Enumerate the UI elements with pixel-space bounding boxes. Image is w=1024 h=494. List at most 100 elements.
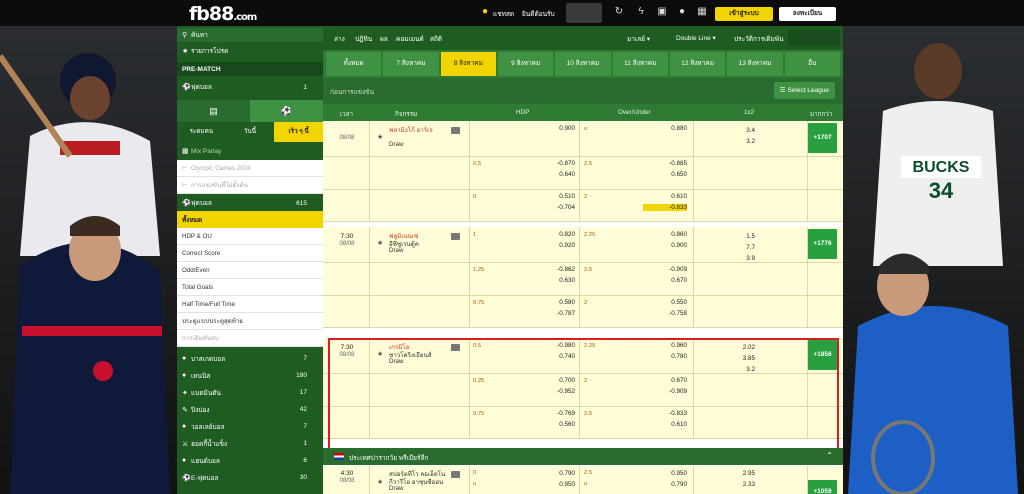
sidebar-view-toggle-sport[interactable]: ⚽ <box>250 100 323 122</box>
nav-item[interactable]: ผล <box>380 34 388 44</box>
live-stream-icon[interactable] <box>451 471 460 478</box>
league-header[interactable]: ประเทศปารากวัย พรีเมียร์ลีก ⌃ <box>323 448 843 465</box>
hdp-odds-away[interactable]: 0.560 <box>533 421 575 428</box>
odds-1x2-away[interactable]: 3.85 <box>721 355 755 362</box>
sidebar-sport-table-tennis[interactable]: ✎ ปิงปอง 42 <box>177 402 323 417</box>
more-markets-button[interactable]: +1059 <box>808 480 837 494</box>
live-stream-icon[interactable] <box>451 127 460 134</box>
ou-odds-over[interactable]: 0.550 <box>643 299 687 306</box>
ou-odds-over[interactable]: -0.885 <box>643 160 687 167</box>
sidebar-sport-volleyball[interactable]: ● วอลเลย์บอล 7 <box>177 419 323 434</box>
draw-label[interactable]: Draw <box>389 358 403 365</box>
sidebar-market-hdp-ou[interactable]: HDP & OU <box>177 228 323 245</box>
grid-icon[interactable]: ▦ <box>696 6 708 18</box>
hdp-odds-away[interactable]: -0.704 <box>533 204 575 211</box>
sidebar-market-first-last-goal[interactable]: ประตูแรก/ประตูสุดท้าย <box>177 313 323 330</box>
nav-item[interactable]: คอมเมนต์ <box>396 34 424 44</box>
sidebar-sport-tennis[interactable]: ● เทนนิส 180 <box>177 368 323 383</box>
hdp-odds-home[interactable]: -0.870 <box>533 160 575 167</box>
ou-odds-over[interactable]: 0.880 <box>643 125 687 132</box>
hdp-odds-home[interactable]: -0.862 <box>533 266 575 273</box>
user-icon[interactable]: ● <box>676 6 688 18</box>
sidebar-sport-esoccer[interactable]: ⚽ E-ฟุตบอล 30 <box>177 470 323 485</box>
hdp-odds-away[interactable]: 0.630 <box>533 277 575 284</box>
ou-odds-under[interactable]: 0.790 <box>643 481 687 488</box>
ou-odds-under[interactable]: 0.670 <box>643 277 687 284</box>
favorite-star-icon[interactable]: ★ <box>377 350 383 358</box>
register-button[interactable]: ลงทะเบียน <box>779 7 836 21</box>
hdp-odds-home[interactable]: 0.580 <box>533 299 575 306</box>
hdp-odds-away[interactable]: -0.952 <box>533 388 575 395</box>
refresh-icon[interactable]: ↻ <box>613 6 625 18</box>
ou-odds-under[interactable]: 0.900 <box>643 242 687 249</box>
odds-1x2-away[interactable]: 2.33 <box>721 481 755 488</box>
draw-label[interactable]: Draw <box>389 141 403 148</box>
odds-1x2-home[interactable]: 1.5 <box>721 233 755 240</box>
ou-odds-over[interactable]: -0.909 <box>643 266 687 273</box>
login-button[interactable]: เข้าสู่ระบบ <box>715 7 773 21</box>
bet-history-link[interactable]: ประวัติการเดิมพัน <box>734 34 784 44</box>
ou-odds-over[interactable]: 0.960 <box>643 342 687 349</box>
sidebar-olympic[interactable]: ⊢ Olympic Games 2024 <box>177 160 323 177</box>
sidebar-sport-basketball[interactable]: ● บาสเกตบอล 7 <box>177 351 323 366</box>
sidebar-search[interactable]: ⚲ ค้นหา <box>177 28 323 42</box>
date-tab[interactable]: 10 สิงหาคม <box>555 52 611 76</box>
ou-odds-over[interactable]: 0.860 <box>643 231 687 238</box>
sidebar-view-toggle-list[interactable]: ▤ <box>177 100 250 122</box>
nav-item[interactable]: ปฏิทิน <box>355 34 372 44</box>
ticket-icon[interactable]: ▣ <box>656 6 668 18</box>
nav-item[interactable]: ล่าง <box>334 34 345 44</box>
hdp-odds-home[interactable]: 0.790 <box>533 470 575 477</box>
sidebar-market-total-goals[interactable]: Total Goals <box>177 279 323 296</box>
chat-icon[interactable]: ● <box>479 6 491 18</box>
odds-1x2-away[interactable]: 7.7 <box>721 244 755 251</box>
odds-1x2-draw[interactable]: 3.9 <box>721 255 755 262</box>
ou-odds-under[interactable]: 0.650 <box>643 171 687 178</box>
sidebar-market-all[interactable]: ทั้งหมด <box>177 211 323 228</box>
sidebar-sport-handball[interactable]: ● แฮนด์บอล 6 <box>177 453 323 468</box>
sidebar-soccer-top[interactable]: ⚽ ฟุตบอล 1 <box>177 80 323 94</box>
line-dropdown[interactable]: Double Line ▾ <box>676 34 716 42</box>
draw-label[interactable]: Draw <box>389 485 403 492</box>
odds-1x2-home[interactable]: 2.02 <box>721 344 755 351</box>
date-tab[interactable]: 9 สิงหาคม <box>497 52 554 76</box>
favorite-star-icon[interactable]: ★ <box>377 133 383 141</box>
bolt-icon[interactable]: ϟ <box>635 6 647 18</box>
sidebar-mix-parlay[interactable]: ▦ Mix Parlay <box>177 144 323 158</box>
select-league-button[interactable]: ☰ Select League <box>773 82 835 99</box>
sidebar-sport-badminton[interactable]: ✦ แบดมินตัน 17 <box>177 385 323 400</box>
ou-odds-under[interactable]: 0.610 <box>643 421 687 428</box>
odds-format-dropdown[interactable]: มาเลย์ ▾ <box>627 34 650 44</box>
sidebar-soccer[interactable]: ⚽ ฟุตบอล 615 <box>177 196 323 210</box>
hdp-odds-home[interactable]: 0.900 <box>533 125 575 132</box>
date-tab-active[interactable]: 8 สิงหาคม <box>440 52 496 76</box>
odds-1x2-draw[interactable]: 3.2 <box>721 366 755 373</box>
hdp-odds-away[interactable]: 0.640 <box>533 171 575 178</box>
hdp-odds-home[interactable]: 0.700 <box>533 377 575 384</box>
ou-odds-over[interactable]: 0.670 <box>643 377 687 384</box>
favorite-star-icon[interactable]: ★ <box>377 478 383 486</box>
nav-item[interactable]: สถิติ <box>430 34 442 44</box>
sidebar-market-outright[interactable]: การเดิมพันจบ <box>177 330 323 347</box>
date-tab[interactable]: 7 สิงหาคม <box>383 52 439 76</box>
hdp-odds-home[interactable]: -0.980 <box>533 342 575 349</box>
date-tab-other[interactable]: อื่น <box>784 52 840 76</box>
sidebar-sport-ice-hockey[interactable]: ⚔ ฮอคกี้น้ำแข็ง 1 <box>177 436 323 451</box>
ou-odds-under[interactable]: -0.909 <box>643 388 687 395</box>
home-team[interactable]: ฟลามิงโก้ อาร์เจ <box>389 125 433 135</box>
hdp-odds-away[interactable]: 0.950 <box>533 481 575 488</box>
hdp-odds-away[interactable]: -0.787 <box>533 310 575 317</box>
tab-today[interactable]: วันนี้ <box>226 122 275 142</box>
live-stream-icon[interactable] <box>451 233 460 240</box>
tab-soon[interactable]: เร็ว ๆ นี้ <box>274 122 323 142</box>
hdp-odds-away[interactable]: 0.740 <box>533 353 575 360</box>
sidebar-favorites[interactable]: ★ รายการโปรด <box>177 44 323 58</box>
ou-odds-under[interactable]: -0.758 <box>643 310 687 317</box>
hdp-odds-away[interactable]: 0.920 <box>533 242 575 249</box>
more-markets-button[interactable]: +1776 <box>808 229 837 259</box>
hdp-odds-home[interactable]: -0.769 <box>533 410 575 417</box>
hdp-odds-home[interactable]: 0.820 <box>533 231 575 238</box>
ou-odds-over[interactable]: 0.950 <box>643 470 687 477</box>
fb88-logo[interactable]: fb88.com <box>189 3 257 25</box>
odds-1x2-away[interactable]: 3.2 <box>721 138 755 145</box>
